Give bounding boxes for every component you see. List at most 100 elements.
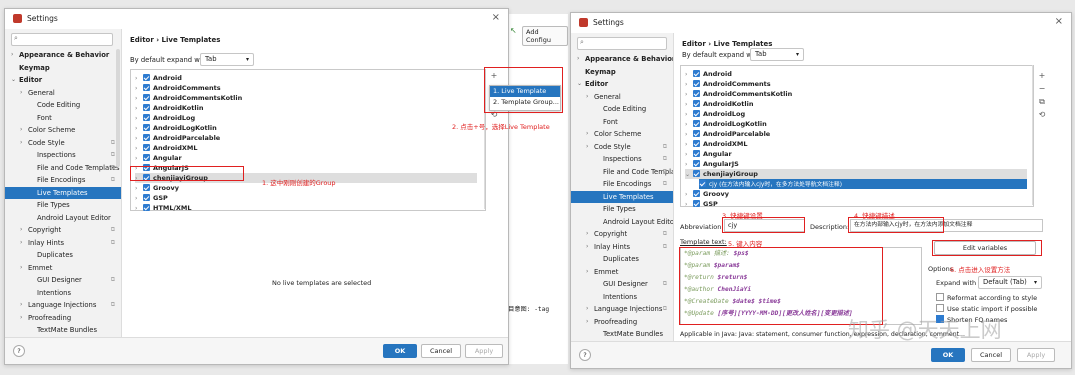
checkbox-icon[interactable] — [143, 84, 150, 91]
checkbox-icon[interactable] — [143, 94, 150, 101]
apply-button[interactable]: Apply — [1017, 348, 1055, 362]
template-group-item[interactable]: › AndroidParcelable — [685, 129, 1027, 139]
checkbox-icon[interactable] — [693, 170, 700, 177]
sidebar-item[interactable]: Keymap — [5, 62, 121, 75]
sidebar-item[interactable]: Code Editing — [571, 103, 673, 116]
sidebar-item[interactable]: › Emmet — [5, 262, 121, 275]
sidebar-item[interactable]: › Copyright ⧉ — [571, 228, 673, 241]
apply-button[interactable]: Apply — [465, 344, 503, 358]
sidebar-item[interactable]: Font — [571, 116, 673, 129]
sidebar-item[interactable]: › Appearance & Behavior — [5, 49, 121, 62]
option-checkbox[interactable]: Use static import if possible — [936, 304, 1037, 313]
template-group-item[interactable]: › AndroidLog — [135, 113, 477, 123]
sidebar-item[interactable]: Inspections ⧉ — [571, 153, 673, 166]
ok-button[interactable]: OK — [383, 344, 417, 358]
checkbox-icon[interactable] — [143, 134, 150, 141]
sidebar-item[interactable]: › Emmet — [571, 266, 673, 279]
template-group-item[interactable]: › HTML/XML — [135, 203, 477, 213]
checkbox-icon[interactable] — [143, 204, 150, 211]
settings-search-input[interactable]: ⌕ — [577, 37, 667, 50]
checkbox-icon[interactable] — [693, 150, 700, 157]
help-button[interactable]: ? — [579, 349, 591, 361]
sidebar-item[interactable]: Intentions — [5, 287, 121, 300]
sidebar-item[interactable]: GUI Designer ⧉ — [5, 274, 121, 287]
sidebar-item[interactable]: ⌄ Editor — [571, 78, 673, 91]
checkbox-icon[interactable] — [143, 144, 150, 151]
settings-search-input[interactable]: ⌕ — [11, 33, 113, 46]
options-expand-select[interactable]: Default (Tab) ▾ — [978, 276, 1042, 289]
checkbox-icon[interactable] — [693, 90, 700, 97]
sidebar-item[interactable]: File and Code Templates⧉ — [571, 166, 673, 179]
checkbox-icon[interactable] — [693, 120, 700, 127]
checkbox-icon[interactable] — [143, 104, 150, 111]
sidebar-item[interactable]: › Proofreading — [571, 316, 673, 329]
template-group-item[interactable]: › GSP — [135, 193, 477, 203]
sidebar-item[interactable]: Duplicates — [5, 249, 121, 262]
sidebar-item[interactable]: GUI Designer ⧉ — [571, 278, 673, 291]
checkbox-icon[interactable] — [936, 304, 944, 312]
checkbox-icon[interactable] — [143, 184, 150, 191]
sidebar-item[interactable]: Code Editing — [5, 99, 121, 112]
ok-button[interactable]: OK — [931, 348, 965, 362]
sidebar-item[interactable]: › Code Style ⧉ — [571, 141, 673, 154]
template-group-item[interactable]: › Groovy — [685, 189, 1027, 199]
checkbox-icon[interactable] — [693, 110, 700, 117]
sidebar-item[interactable]: › Language Injections ⧉ — [571, 303, 673, 316]
sidebar-item[interactable]: Keymap — [571, 66, 673, 79]
template-group-item[interactable]: › AndroidLogKotlin — [685, 119, 1027, 129]
template-group-item[interactable]: › AndroidCommentsKotlin — [685, 89, 1027, 99]
template-group-item[interactable]: › AngularJS — [685, 159, 1027, 169]
close-icon[interactable]: × — [492, 12, 500, 23]
sidebar-item[interactable]: › Color Scheme — [571, 128, 673, 141]
template-group-item[interactable]: › Angular — [685, 149, 1027, 159]
template-group-item[interactable]: ⌄ chenjiayiGroup — [685, 169, 1027, 179]
checkbox-icon[interactable] — [693, 130, 700, 137]
checkbox-icon[interactable] — [693, 190, 700, 197]
sidebar-item[interactable]: Inspections ⧉ — [5, 149, 121, 162]
checkbox-icon[interactable] — [936, 293, 944, 301]
checkbox-icon[interactable] — [693, 160, 700, 167]
close-icon[interactable]: × — [1055, 16, 1063, 27]
checkbox-icon[interactable] — [143, 114, 150, 121]
help-button[interactable]: ? — [13, 345, 25, 357]
sidebar-item[interactable]: Live Templates — [5, 186, 121, 199]
checkbox-icon[interactable] — [693, 140, 700, 147]
template-group-item[interactable]: › Android — [135, 73, 477, 83]
expand-with-select[interactable]: Tab ▾ — [200, 53, 254, 66]
copy-icon[interactable]: ⧉ — [1033, 95, 1051, 108]
template-group-item[interactable]: › AndroidXML — [685, 139, 1027, 149]
add-icon[interactable]: + — [1033, 69, 1051, 82]
checkbox-icon[interactable] — [143, 74, 150, 81]
template-group-item[interactable]: › GSP — [685, 199, 1027, 209]
sidebar-item[interactable]: › Inlay Hints ⧉ — [571, 241, 673, 254]
sidebar-item[interactable]: › Inlay Hints ⧉ — [5, 237, 121, 250]
template-group-item[interactable]: › Android — [685, 69, 1027, 79]
sidebar-item[interactable]: TextMate Bundles — [571, 328, 673, 341]
sidebar-item[interactable]: › Code Style ⧉ — [5, 137, 121, 150]
sidebar-item[interactable]: Duplicates — [571, 253, 673, 266]
sidebar-scrollbar[interactable] — [116, 49, 120, 167]
template-group-item[interactable]: › AndroidLogKotlin — [135, 123, 477, 133]
sidebar-item[interactable]: File and Code Templates⧉ — [5, 162, 121, 175]
sidebar-item[interactable]: Android Layout Editor — [571, 216, 673, 229]
template-group-item[interactable]: › AndroidLog — [685, 109, 1027, 119]
option-checkbox[interactable]: Reformat according to style — [936, 293, 1037, 302]
remove-icon[interactable]: − — [1033, 82, 1051, 95]
template-group-item[interactable]: › AndroidXML — [135, 143, 477, 153]
sidebar-item[interactable]: › Proofreading — [5, 312, 121, 325]
template-group-item[interactable]: › AndroidKotlin — [685, 99, 1027, 109]
sidebar-item[interactable]: File Types — [571, 203, 673, 216]
sidebar-item[interactable]: File Types — [5, 199, 121, 212]
sidebar-item[interactable]: TextMate Bundles — [5, 324, 121, 337]
checkbox-icon[interactable] — [143, 154, 150, 161]
sidebar-item[interactable]: › Appearance & Behavior — [571, 53, 673, 66]
cancel-button[interactable]: Cancel — [421, 344, 461, 358]
sidebar-item[interactable]: › Copyright ⧉ — [5, 224, 121, 237]
sidebar-item[interactable]: › General — [571, 91, 673, 104]
sidebar-item[interactable]: Live Templates — [571, 190, 673, 203]
expand-with-select[interactable]: Tab ▾ — [750, 48, 804, 61]
checkbox-icon[interactable] — [699, 180, 706, 187]
checkbox-icon[interactable] — [693, 100, 700, 107]
sidebar-item[interactable]: › Color Scheme — [5, 124, 121, 137]
sidebar-item[interactable]: › General — [5, 87, 121, 100]
